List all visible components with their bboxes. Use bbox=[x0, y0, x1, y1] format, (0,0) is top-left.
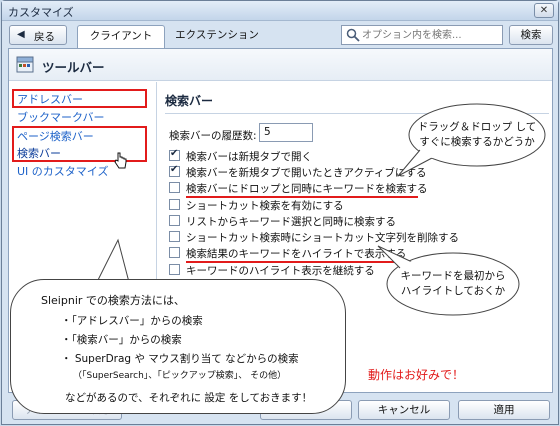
option-label: 検索バーを新規タブで開いたときアクティブにする bbox=[186, 167, 427, 179]
option-label: キーワードのハイライト表示を継続する bbox=[186, 265, 375, 277]
callout-main: Sleipnir での検索方法には、 ・「アドレスバー」からの検索 ・「検索バー… bbox=[10, 279, 346, 414]
preference-note: 動作はお好みで！ bbox=[368, 368, 465, 382]
option-search-box[interactable] bbox=[341, 25, 503, 45]
main-sub: （「SuperSearch」、「ピックアップ検索」、 その他） bbox=[73, 371, 287, 381]
title-bar: カスタマイズ ✕ bbox=[2, 1, 558, 21]
apply-button[interactable]: 適用 bbox=[458, 400, 550, 420]
main-intro: Sleipnir での検索方法には、 bbox=[41, 294, 185, 307]
top-toolbar: ◀ 戻る クライアント エクステンション 検索 bbox=[2, 22, 558, 48]
back-arrow-icon: ◀ bbox=[17, 29, 25, 40]
tab-extension[interactable]: エクステンション bbox=[169, 25, 265, 48]
panel-divider bbox=[165, 113, 549, 114]
toolbar-icon bbox=[16, 56, 34, 73]
section-title: ツールバー bbox=[42, 60, 105, 75]
option-label: リストからキーワード選択と同時に検索する bbox=[186, 216, 396, 228]
callout-drag-drop-line1: ドラッグ＆ドロップ して bbox=[417, 121, 537, 133]
sidebar-item-search-bar[interactable]: 検索バー bbox=[17, 145, 61, 161]
checkbox[interactable] bbox=[169, 247, 180, 258]
search-button[interactable]: 検索 bbox=[509, 25, 553, 45]
search-input[interactable] bbox=[362, 28, 500, 42]
sidebar-item-page-search-bar[interactable]: ページ検索バー bbox=[17, 128, 94, 144]
option-label: 検索バーにドロップと同時にキーワードを検索する bbox=[186, 183, 428, 195]
main-bullet-2: ・「検索バー」からの検索 bbox=[61, 334, 182, 346]
tab-client[interactable]: クライアント bbox=[77, 25, 165, 48]
callout-highlight-line2: ハイライトしておくか bbox=[400, 285, 506, 297]
main-bullet-3: ・ SuperDrag や マウス割り当て などからの検索 bbox=[61, 353, 299, 365]
checkbox[interactable] bbox=[169, 264, 180, 275]
checkbox[interactable] bbox=[169, 182, 180, 193]
sidebar-item-address-bar[interactable]: アドレスバー bbox=[17, 91, 83, 107]
back-button[interactable]: ◀ 戻る bbox=[9, 25, 67, 45]
checkbox[interactable] bbox=[169, 231, 180, 242]
sidebar-item-ui-customize[interactable]: UI のカスタマイズ bbox=[17, 163, 108, 179]
main-closing: などがあるので、それぞれに 設定 をしておきます！ bbox=[65, 392, 313, 404]
callout-drag-drop: ドラッグ＆ドロップ して すぐに検索するかどうか bbox=[412, 120, 542, 150]
option-label: ショートカット検索時にショートカット文字列を削除する bbox=[186, 232, 459, 244]
callout-highlight: キーワードを最初から ハイライトしておくか bbox=[388, 269, 518, 299]
panel-title: 検索バー bbox=[165, 94, 214, 108]
callout-highlight-line1: キーワードを最初から bbox=[400, 270, 506, 282]
checkbox[interactable] bbox=[169, 148, 180, 161]
window-title: カスタマイズ bbox=[8, 6, 74, 19]
close-button[interactable]: ✕ bbox=[534, 3, 554, 18]
hand-cursor-icon bbox=[114, 152, 127, 169]
checkbox[interactable] bbox=[169, 164, 180, 177]
section-header: ツールバー bbox=[9, 49, 552, 81]
callout-drag-drop-line2: すぐに検索するかどうか bbox=[419, 136, 535, 148]
option-label: ショートカット検索を有効にする bbox=[186, 200, 344, 212]
back-button-label: 戻る bbox=[34, 31, 55, 43]
search-icon bbox=[346, 28, 360, 42]
main-bullet-1: ・「アドレスバー」からの検索 bbox=[61, 315, 203, 327]
sidebar-item-bookmark-bar[interactable]: ブックマークバー bbox=[17, 109, 104, 125]
checkbox[interactable] bbox=[169, 215, 180, 226]
option-label: 検索バーは新規タブで開く bbox=[186, 151, 312, 163]
cancel-button[interactable]: キャンセル bbox=[358, 400, 450, 420]
option-label: 検索結果のキーワードをハイライトで表示する bbox=[186, 248, 407, 260]
history-count-label: 検索バーの履歴数: bbox=[169, 130, 257, 142]
checkbox[interactable] bbox=[169, 199, 180, 210]
history-count-input[interactable]: 5 bbox=[259, 123, 313, 142]
